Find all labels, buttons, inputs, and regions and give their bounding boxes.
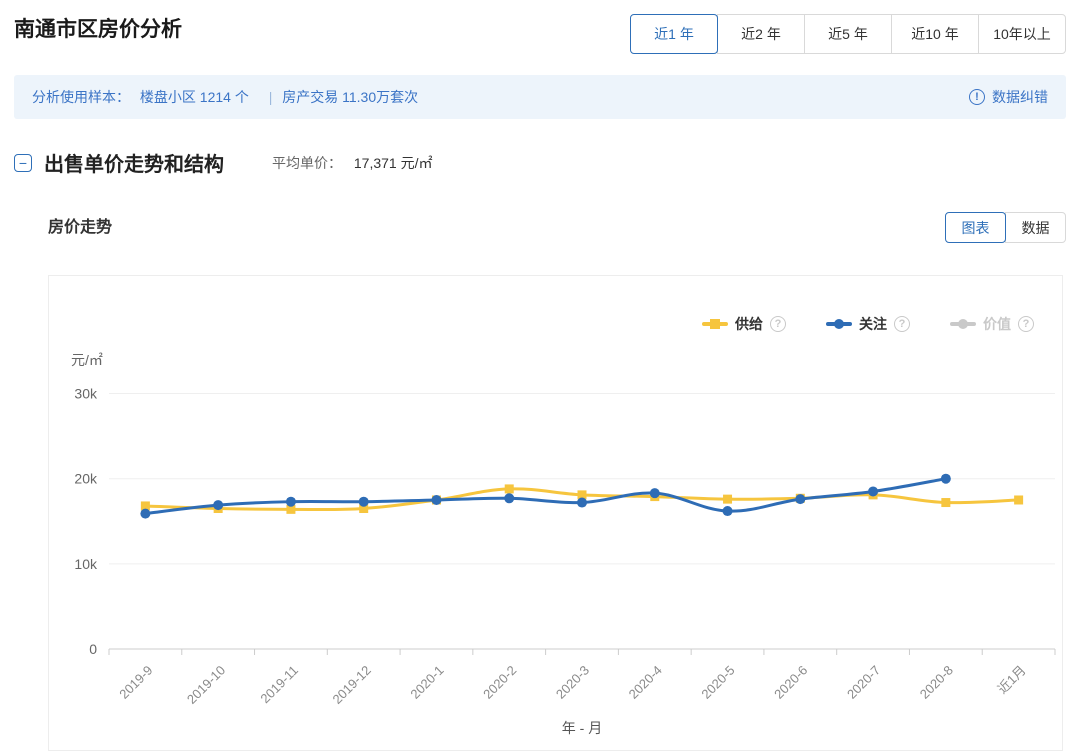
- data-point-关注[interactable]: [650, 488, 660, 498]
- data-point-关注[interactable]: [286, 497, 296, 507]
- legend-label: 关注: [859, 314, 887, 334]
- help-question-icon[interactable]: ?: [770, 316, 786, 332]
- x-tick-label: 2019-11: [257, 663, 301, 707]
- data-point-关注[interactable]: [941, 474, 951, 484]
- square-marker-icon: [702, 318, 728, 330]
- info-separator: |: [269, 89, 273, 105]
- housing-analysis-page: 南通市区房价分析 近1 年近2 年近5 年近10 年10年以上 分析使用样本： …: [0, 0, 1080, 751]
- chart-panel-title: 房价走势: [48, 212, 1066, 244]
- legend-item-供给[interactable]: 供给?: [702, 314, 786, 334]
- average-price: 平均单价： 17,371 元/㎡: [272, 153, 433, 173]
- data-point-供给[interactable]: [941, 498, 950, 507]
- circle-marker-icon: [826, 318, 852, 330]
- circle-marker-icon: [950, 318, 976, 330]
- help-question-icon[interactable]: ?: [894, 316, 910, 332]
- time-tab-2[interactable]: 近5 年: [804, 14, 892, 54]
- section-header: − 出售单价走势和结构 平均单价： 17,371 元/㎡: [14, 148, 433, 177]
- data-point-关注[interactable]: [431, 495, 441, 505]
- data-point-关注[interactable]: [723, 506, 733, 516]
- x-tick-label: 2020-1: [407, 663, 446, 702]
- y-tick-label: 30k: [74, 386, 98, 402]
- page-header: 南通市区房价分析 近1 年近2 年近5 年近10 年10年以上: [14, 10, 1066, 58]
- sample-communities: 楼盘小区 1214 个: [140, 89, 249, 105]
- data-point-关注[interactable]: [577, 498, 587, 508]
- x-tick-label: 2019-12: [329, 663, 373, 707]
- data-point-关注[interactable]: [140, 509, 150, 519]
- x-tick-label: 近1月: [995, 663, 1029, 697]
- data-point-关注[interactable]: [213, 500, 223, 510]
- chart-data-toggle: 图表数据: [945, 212, 1066, 243]
- time-tab-3[interactable]: 近10 年: [891, 14, 979, 54]
- sample-info-text: 分析使用样本： 楼盘小区 1214 个 | 房产交易 11.30万套次: [32, 87, 424, 107]
- y-tick-label: 0: [89, 641, 97, 657]
- legend-item-关注[interactable]: 关注?: [826, 314, 910, 334]
- data-point-关注[interactable]: [504, 493, 514, 503]
- exclamation-circle-icon: !: [969, 89, 985, 105]
- x-tick-label: 2020-5: [698, 663, 737, 702]
- y-tick-label: 20k: [74, 471, 98, 487]
- y-tick-label: 10k: [74, 556, 98, 572]
- time-tab-0[interactable]: 近1 年: [630, 14, 718, 54]
- sample-label: 分析使用样本：: [32, 89, 130, 105]
- section-title: 出售单价走势和结构: [44, 148, 224, 177]
- data-point-供给[interactable]: [1014, 495, 1023, 504]
- time-range-tabs: 近1 年近2 年近5 年近10 年10年以上: [630, 14, 1066, 54]
- data-point-关注[interactable]: [795, 494, 805, 504]
- line-chart-canvas: 0 10k 20k 30k 元/㎡ 2019-9 2019-10 2019-11 2019-12…: [49, 276, 1064, 751]
- x-tick-label: 2020-8: [917, 663, 956, 702]
- legend-label: 价值: [983, 314, 1011, 334]
- y-axis-unit: 元/㎡: [71, 352, 103, 368]
- x-tick-label: 2019-10: [184, 663, 228, 707]
- price-trend-chart: 供给?关注?价值? 010k20k30k元/㎡2019-92019-102019…: [48, 275, 1063, 751]
- data-point-关注[interactable]: [868, 486, 878, 496]
- legend-item-价值[interactable]: 价值?: [950, 314, 1034, 334]
- collapse-section-button[interactable]: −: [14, 154, 32, 172]
- chart-legend: 供给?关注?价值?: [702, 314, 1034, 334]
- average-price-label: 平均单价：: [272, 155, 342, 171]
- legend-label: 供给: [735, 314, 763, 334]
- help-question-icon[interactable]: ?: [1018, 316, 1034, 332]
- x-axis-title: 年 - 月: [562, 720, 602, 736]
- data-correction-link[interactable]: ! 数据纠错: [969, 87, 1048, 107]
- chart-panel-header: 房价走势 图表数据: [48, 212, 1066, 244]
- x-tick-label: 2020-7: [844, 663, 883, 702]
- data-correction-label: 数据纠错: [992, 87, 1048, 107]
- x-tick-label: 2020-6: [771, 663, 810, 702]
- sample-transactions: 房产交易 11.30万套次: [282, 89, 418, 105]
- x-tick-label: 2019-9: [116, 663, 155, 702]
- data-point-供给[interactable]: [505, 484, 514, 493]
- time-tab-4[interactable]: 10年以上: [978, 14, 1066, 54]
- sample-info-bar: 分析使用样本： 楼盘小区 1214 个 | 房产交易 11.30万套次 ! 数据…: [14, 75, 1066, 119]
- view-tab-1[interactable]: 数据: [1005, 212, 1066, 243]
- time-tab-1[interactable]: 近2 年: [717, 14, 805, 54]
- average-price-value: 17,371 元/㎡: [354, 155, 433, 171]
- x-tick-label: 2020-4: [626, 663, 665, 702]
- x-tick-label: 2020-3: [553, 663, 592, 702]
- data-point-供给[interactable]: [723, 495, 732, 504]
- view-tab-0[interactable]: 图表: [945, 212, 1006, 243]
- x-tick-label: 2020-2: [480, 663, 519, 702]
- data-point-关注[interactable]: [359, 497, 369, 507]
